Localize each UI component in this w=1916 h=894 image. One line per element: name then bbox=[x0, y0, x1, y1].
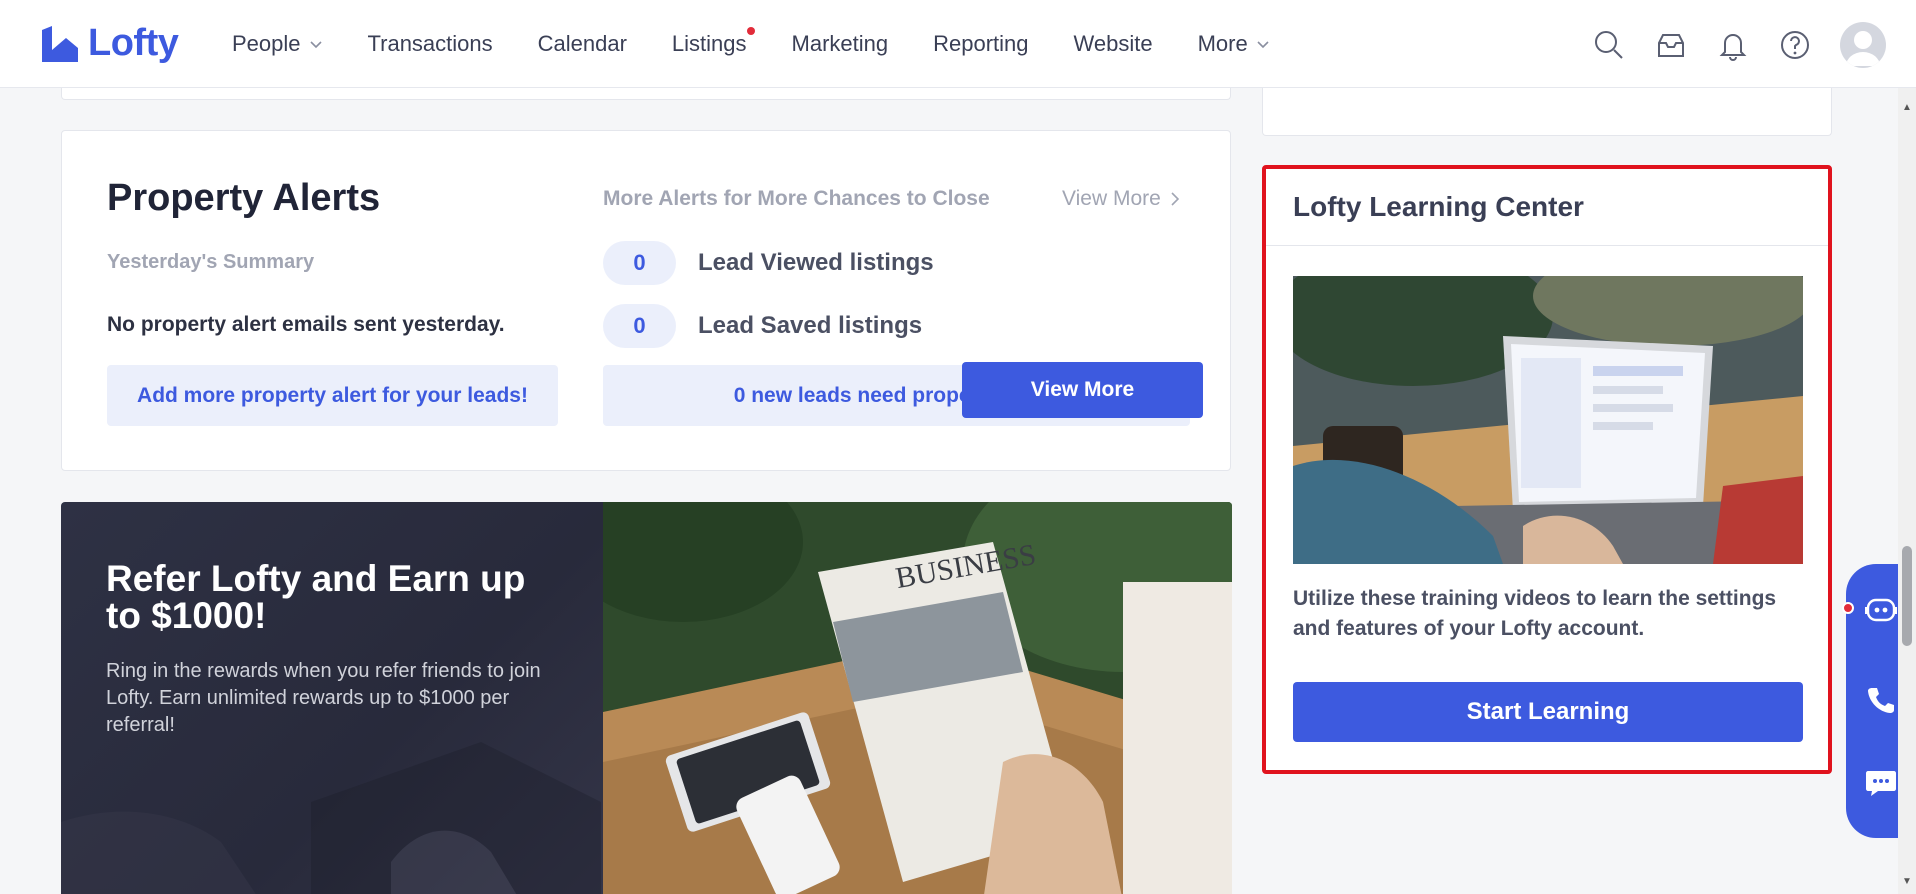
lead-viewed-metric: 0 Lead Viewed listings bbox=[603, 241, 934, 285]
notification-dot bbox=[746, 27, 755, 35]
scroll-thumb[interactable] bbox=[1902, 546, 1912, 646]
refer-title: Refer Lofty and Earn up to $1000! bbox=[106, 558, 526, 636]
page-scrollbar[interactable]: ▲ ▼ bbox=[1898, 88, 1916, 894]
scroll-up-arrow-icon[interactable]: ▲ bbox=[1902, 102, 1912, 113]
nav-item-calendar[interactable]: Calendar bbox=[538, 31, 627, 57]
nav-label: Reporting bbox=[933, 31, 1029, 56]
bell-icon[interactable] bbox=[1716, 28, 1750, 62]
learning-center-header: Lofty Learning Center bbox=[1266, 169, 1828, 246]
lead-saved-metric: 0 Lead Saved listings bbox=[603, 304, 922, 348]
learning-center-image bbox=[1293, 276, 1803, 564]
chevron-right-icon bbox=[1171, 192, 1179, 206]
start-learning-button[interactable]: Start Learning bbox=[1293, 682, 1803, 742]
scroll-down-arrow-icon[interactable]: ▼ bbox=[1902, 876, 1912, 887]
newspaper-image: BUSINESS bbox=[563, 502, 1232, 894]
refer-description: Ring in the rewards when you refer frien… bbox=[106, 660, 541, 736]
phone-icon[interactable] bbox=[1863, 682, 1899, 718]
chevron-down-icon bbox=[1257, 41, 1269, 49]
learning-center-card: Lofty Learning Center Utilize these trai… bbox=[1262, 165, 1832, 774]
nav-item-people[interactable]: People bbox=[232, 31, 323, 57]
metric-count[interactable]: 0 bbox=[603, 304, 676, 348]
property-alerts-title: Property Alerts bbox=[107, 177, 381, 219]
lofty-logo[interactable]: Lofty bbox=[40, 22, 179, 65]
notification-dot bbox=[1842, 602, 1854, 614]
chatbot-icon[interactable] bbox=[1863, 592, 1899, 628]
yesterday-summary-label: Yesterday's Summary bbox=[107, 251, 315, 273]
lofty-logo-icon bbox=[42, 25, 78, 62]
logo-text: Lofty bbox=[88, 22, 179, 64]
nav-label: People bbox=[232, 31, 301, 56]
refer-banner: BUSINESS Refer Lofty and Earn up to $100… bbox=[61, 502, 1232, 894]
nav-label: Marketing bbox=[791, 31, 889, 56]
nav-label: Transactions bbox=[367, 31, 493, 56]
inbox-icon[interactable] bbox=[1654, 28, 1688, 62]
nav-item-transactions[interactable]: Transactions bbox=[368, 31, 493, 57]
metric-count[interactable]: 0 bbox=[603, 241, 676, 285]
top-nav: Lofty People Transactions Calendar Listi… bbox=[0, 0, 1916, 88]
nav-label: Listings bbox=[671, 31, 747, 56]
refer-view-more-button[interactable]: View More bbox=[962, 362, 1203, 418]
nav-label: Calendar bbox=[537, 31, 627, 56]
property-alerts-card: Property Alerts Yesterday's Summary No p… bbox=[61, 130, 1231, 471]
learning-center-description: Utilize these training videos to learn t… bbox=[1293, 587, 1777, 640]
help-icon[interactable] bbox=[1778, 28, 1812, 62]
more-alerts-text: More Alerts for More Chances to Close bbox=[603, 187, 990, 210]
nav-item-reporting[interactable]: Reporting bbox=[933, 31, 1028, 57]
nav-item-listings[interactable]: Listings bbox=[671, 27, 755, 57]
search-icon[interactable] bbox=[1592, 28, 1626, 62]
nav-item-marketing[interactable]: Marketing bbox=[792, 31, 889, 57]
nav-item-website[interactable]: Website bbox=[1074, 31, 1153, 57]
nav-icons bbox=[1592, 22, 1886, 68]
metric-label: Lead Saved listings bbox=[698, 312, 923, 339]
avatar[interactable] bbox=[1840, 22, 1886, 68]
laptop-photo bbox=[1293, 276, 1803, 564]
message-icon[interactable] bbox=[1863, 764, 1899, 800]
nav-menu: People Transactions Calendar Listings Ma… bbox=[232, 0, 1315, 88]
view-more-link[interactable]: View More bbox=[1062, 187, 1181, 211]
no-alert-emails-text: No property alert emails sent yesterday. bbox=[107, 313, 505, 336]
learning-center-title: Lofty Learning Center bbox=[1293, 191, 1584, 222]
nav-label: More bbox=[1197, 31, 1248, 56]
nav-item-more[interactable]: More bbox=[1198, 31, 1270, 57]
metric-label: Lead Viewed listings bbox=[698, 249, 934, 276]
view-more-label: View More bbox=[1062, 187, 1161, 210]
nav-label: Website bbox=[1073, 31, 1153, 56]
chevron-down-icon bbox=[309, 41, 322, 49]
add-property-alert-button[interactable]: Add more property alert for your leads! bbox=[107, 365, 558, 426]
